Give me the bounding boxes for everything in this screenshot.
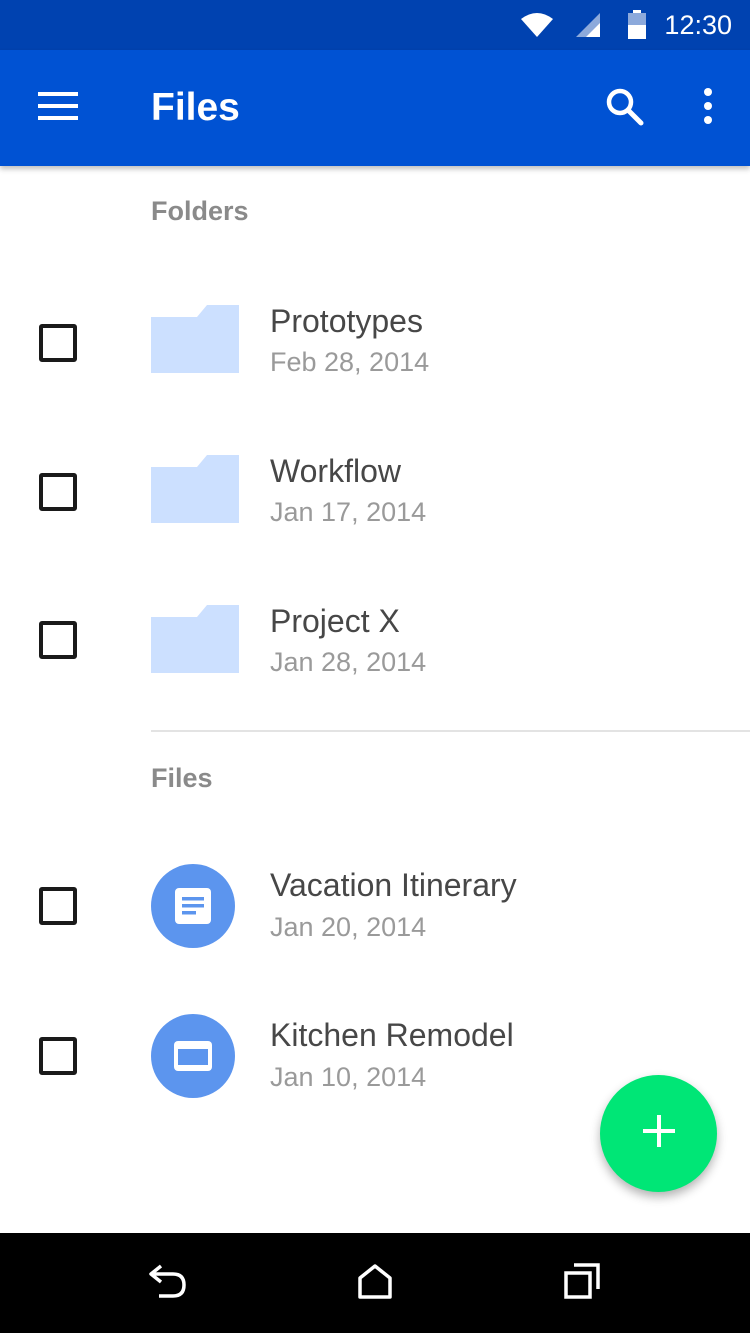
add-button[interactable] — [600, 1075, 717, 1192]
row-checkbox[interactable] — [39, 324, 77, 362]
folder-icon — [151, 605, 239, 678]
folder-icon — [151, 455, 239, 528]
row-checkbox[interactable] — [39, 473, 77, 511]
row-checkbox[interactable] — [39, 621, 77, 659]
folder-icon — [151, 305, 239, 378]
status-bar: 12:30 — [0, 0, 750, 50]
file-row[interactable]: Vacation Itinerary Jan 20, 2014 — [0, 832, 750, 982]
folder-row[interactable]: Project X Jan 28, 2014 — [0, 566, 750, 716]
item-date: Feb 28, 2014 — [270, 347, 430, 377]
row-checkbox[interactable] — [39, 1037, 77, 1075]
signal-icon — [574, 0, 602, 50]
item-date: Jan 17, 2014 — [270, 497, 427, 527]
item-name: Workflow — [270, 453, 401, 489]
section-header-files: Files — [151, 763, 213, 793]
search-button[interactable] — [594, 78, 654, 138]
item-date: Jan 28, 2014 — [270, 647, 427, 677]
home-icon — [357, 1263, 393, 1304]
more-vert-icon — [702, 87, 714, 129]
menu-button[interactable] — [28, 78, 88, 138]
back-icon — [147, 1264, 187, 1303]
item-name: Kitchen Remodel — [270, 1017, 514, 1053]
item-name: Prototypes — [270, 303, 423, 339]
folder-row[interactable]: Prototypes Feb 28, 2014 — [0, 268, 750, 418]
recents-button[interactable] — [552, 1253, 612, 1313]
back-button[interactable] — [137, 1253, 197, 1313]
item-date: Jan 20, 2014 — [270, 912, 427, 942]
battery-icon — [627, 0, 647, 50]
item-date: Jan 10, 2014 — [270, 1062, 427, 1092]
presentation-icon — [151, 1014, 235, 1103]
recents-icon — [564, 1262, 600, 1304]
status-time: 12:30 — [664, 10, 732, 40]
row-checkbox[interactable] — [39, 887, 77, 925]
item-name: Project X — [270, 603, 400, 639]
system-nav-bar — [0, 1233, 750, 1333]
section-divider — [151, 730, 750, 732]
folder-row[interactable]: Workflow Jan 17, 2014 — [0, 416, 750, 566]
add-icon — [642, 1115, 675, 1152]
more-options-button[interactable] — [678, 78, 738, 138]
app-bar: Files — [0, 50, 750, 166]
home-button[interactable] — [345, 1253, 405, 1313]
document-icon — [151, 864, 235, 953]
page-title: Files — [151, 86, 240, 129]
item-name: Vacation Itinerary — [270, 867, 517, 903]
menu-icon — [38, 91, 78, 125]
section-header-folders: Folders — [151, 196, 249, 226]
wifi-icon — [520, 0, 554, 50]
search-icon — [604, 86, 644, 131]
